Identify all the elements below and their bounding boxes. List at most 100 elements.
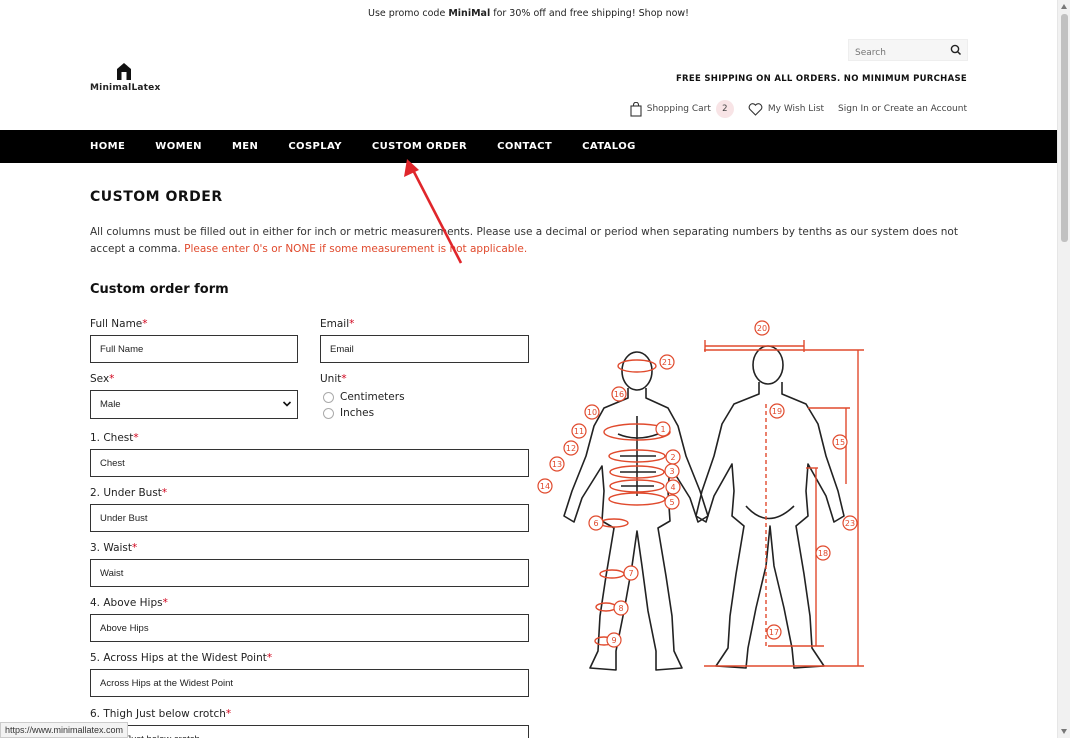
marker-8: 8 bbox=[618, 604, 623, 613]
full-name-label-text: Full Name bbox=[90, 318, 143, 330]
measurement-diagram: 1 2 3 4 5 6 7 8 9 10 11 12 13 14 15 16 1… bbox=[537, 320, 864, 671]
marker-7: 7 bbox=[628, 569, 633, 578]
chest-input[interactable] bbox=[90, 449, 529, 477]
across-hips-label-text: 5. Across Hips at the Widest Point bbox=[90, 652, 267, 664]
under-bust-label: 2. Under Bust* bbox=[90, 487, 167, 499]
nav-item-custom-order[interactable]: CUSTOM ORDER bbox=[372, 141, 467, 152]
above-hips-input[interactable] bbox=[90, 614, 529, 642]
waist-label-text: 3. Waist bbox=[90, 542, 133, 554]
marker-6: 6 bbox=[593, 519, 598, 528]
marker-2: 2 bbox=[670, 453, 675, 462]
sex-label: Sex* bbox=[90, 373, 114, 385]
marker-20: 20 bbox=[757, 324, 767, 333]
search-box bbox=[848, 39, 968, 63]
marker-3: 3 bbox=[669, 467, 674, 476]
wishlist-link[interactable]: My Wish List bbox=[748, 102, 825, 116]
form-title: Custom order form bbox=[90, 282, 229, 297]
nav-item-men[interactable]: MEN bbox=[232, 141, 258, 152]
shopping-cart-label: Shopping Cart bbox=[646, 104, 711, 114]
marker-19: 19 bbox=[772, 407, 782, 416]
across-hips-input[interactable] bbox=[90, 669, 529, 697]
full-name-input[interactable] bbox=[90, 335, 298, 363]
marker-21: 21 bbox=[662, 358, 672, 367]
waist-label: 3. Waist* bbox=[90, 542, 137, 554]
unit-label: Unit* bbox=[320, 373, 347, 385]
chest-label-text: 1. Chest bbox=[90, 432, 134, 444]
nav-item-home[interactable]: HOME bbox=[90, 141, 125, 152]
required-mark: * bbox=[225, 708, 232, 720]
front-figure bbox=[563, 351, 709, 671]
required-mark: * bbox=[341, 373, 347, 385]
marker-10: 10 bbox=[587, 408, 597, 417]
above-hips-label-text: 4. Above Hips bbox=[90, 597, 163, 609]
above-hips-label: 4. Above Hips* bbox=[90, 597, 168, 609]
under-bust-input[interactable] bbox=[90, 504, 529, 532]
unit-label-text: Unit bbox=[320, 373, 342, 385]
inches-radio[interactable] bbox=[323, 407, 334, 419]
waist-input[interactable] bbox=[90, 559, 529, 587]
required-mark: * bbox=[161, 487, 168, 499]
nav-item-catalog[interactable]: CATALOG bbox=[582, 141, 636, 152]
required-mark: * bbox=[349, 318, 355, 330]
under-bust-label-text: 2. Under Bust bbox=[90, 487, 162, 499]
email-input[interactable] bbox=[320, 335, 529, 363]
scrollbar-thumb[interactable] bbox=[1061, 14, 1068, 242]
logo-text: MinimalLatex bbox=[90, 83, 161, 93]
promo-bar: Use promo code MiniMal for 30% off and f… bbox=[0, 0, 1057, 28]
marker-17: 17 bbox=[769, 628, 779, 637]
sex-select[interactable]: Male bbox=[90, 390, 298, 419]
centimeters-radio[interactable] bbox=[323, 391, 334, 403]
shopping-cart-link[interactable]: Shopping Cart 2 bbox=[630, 100, 734, 118]
unit-option-inches[interactable]: Inches bbox=[323, 407, 374, 419]
centimeters-label: Centimeters bbox=[340, 391, 405, 403]
scroll-down-icon[interactable] bbox=[1061, 729, 1067, 734]
sex-selected-value: Male bbox=[100, 399, 121, 410]
search-icon[interactable] bbox=[949, 43, 963, 57]
shopping-bag-icon bbox=[630, 101, 642, 117]
unit-option-centimeters[interactable]: Centimeters bbox=[323, 391, 405, 403]
nav-item-cosplay[interactable]: COSPLAY bbox=[288, 141, 342, 152]
marker-13: 13 bbox=[552, 460, 562, 469]
nav-item-contact[interactable]: CONTACT bbox=[497, 141, 552, 152]
required-mark: * bbox=[109, 373, 115, 385]
marker-15: 15 bbox=[835, 438, 845, 447]
promo-prefix: Use promo code bbox=[368, 8, 446, 19]
site-logo[interactable]: MinimalLatex bbox=[90, 61, 160, 97]
chest-label: 1. Chest* bbox=[90, 432, 139, 444]
marker-4: 4 bbox=[670, 483, 675, 492]
marker-16: 16 bbox=[614, 390, 624, 399]
logo-mark-icon bbox=[117, 63, 131, 80]
nav-item-women[interactable]: WOMEN bbox=[155, 141, 202, 152]
inches-label: Inches bbox=[340, 407, 375, 419]
required-mark: * bbox=[132, 542, 138, 554]
promo-suffix: for 30% off and free shipping! Shop now! bbox=[490, 8, 689, 19]
thigh-label-text: 6. Thigh Just below crotch bbox=[90, 708, 226, 720]
main-nav: HOME WOMEN MEN COSPLAY CUSTOM ORDER CONT… bbox=[0, 130, 1057, 163]
search-input[interactable] bbox=[849, 43, 945, 63]
marker-14: 14 bbox=[540, 482, 550, 491]
wishlist-label: My Wish List bbox=[767, 104, 825, 114]
back-figure bbox=[695, 345, 845, 669]
required-mark: * bbox=[133, 432, 139, 444]
required-mark: * bbox=[266, 652, 273, 664]
account-link[interactable]: Sign In or Create an Account bbox=[838, 104, 967, 114]
account-label: Sign In or Create an Account bbox=[838, 104, 967, 114]
intro-text: All columns must be filled out in either… bbox=[90, 224, 970, 258]
cart-count-badge: 2 bbox=[715, 100, 734, 118]
marker-18: 18 bbox=[818, 549, 828, 558]
page-scrollbar[interactable] bbox=[1057, 0, 1070, 738]
email-label: Email* bbox=[320, 318, 354, 330]
full-name-label: Full Name* bbox=[90, 318, 148, 330]
page-title: CUSTOM ORDER bbox=[90, 189, 223, 205]
marker-5: 5 bbox=[669, 498, 674, 507]
header-utility-links: Shopping Cart 2 My Wish List Sign In or … bbox=[616, 100, 967, 118]
heart-icon bbox=[748, 102, 763, 116]
scroll-up-icon[interactable] bbox=[1061, 4, 1067, 9]
intro-warning: Please enter 0's or NONE if some measure… bbox=[184, 243, 528, 255]
sex-label-text: Sex bbox=[90, 373, 110, 385]
chevron-down-icon bbox=[282, 401, 292, 407]
thigh-label: 6. Thigh Just below crotch* bbox=[90, 708, 231, 720]
free-shipping-notice: FREE SHIPPING ON ALL ORDERS. NO MINIMUM … bbox=[675, 74, 967, 84]
status-bar-url: https://www.minimallatex.com bbox=[0, 722, 129, 738]
thigh-input[interactable] bbox=[90, 725, 529, 738]
